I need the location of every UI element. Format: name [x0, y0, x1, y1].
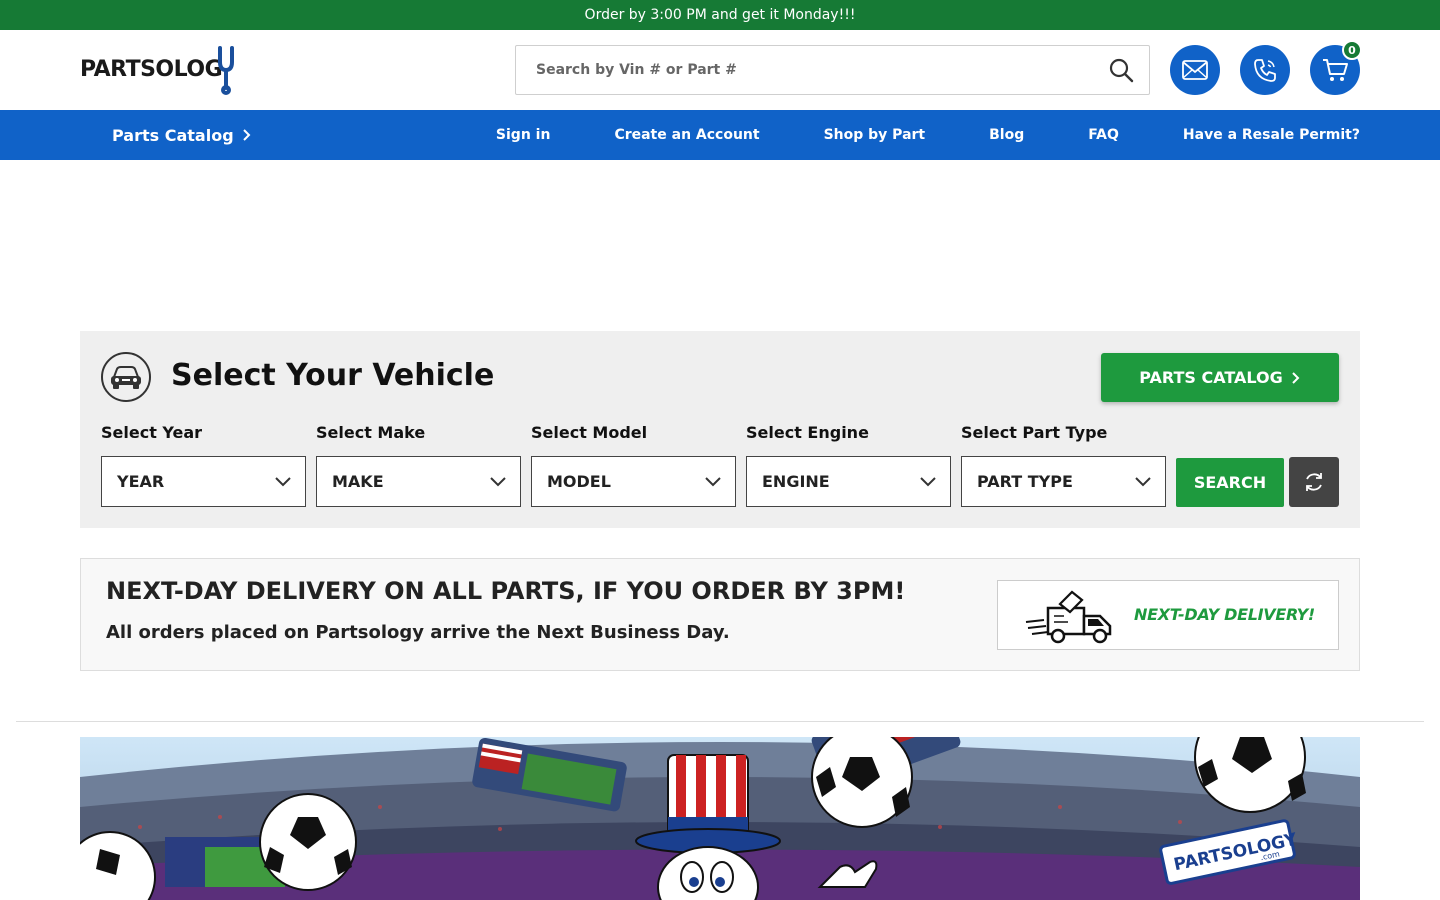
car-icon	[101, 352, 151, 402]
make-select-value: MAKE	[332, 472, 384, 491]
year-select-label: Select Year	[101, 423, 203, 442]
model-select-label: Select Model	[531, 423, 648, 442]
nav-link-create-account[interactable]: Create an Account	[614, 127, 759, 143]
year-select-value: YEAR	[117, 472, 165, 491]
vehicle-selector-panel: Select Your Vehicle PARTS CATALOG Select…	[80, 331, 1360, 528]
section-divider	[16, 721, 1424, 722]
make-select-label: Select Make	[316, 423, 426, 442]
nav-link-resale-permit[interactable]: Have a Resale Permit?	[1183, 127, 1360, 143]
hero-banner-illustration: PARTSOLOGY .com	[80, 737, 1360, 900]
search-bar	[515, 45, 1150, 95]
parts-catalog-button[interactable]: PARTS CATALOG	[1101, 353, 1339, 402]
chevron-down-icon	[920, 476, 936, 486]
part-type-select[interactable]: PART TYPE	[961, 456, 1166, 507]
site-header: PARTSOLOG 0	[0, 30, 1440, 110]
model-select[interactable]: MODEL	[531, 456, 736, 507]
mail-icon	[1182, 60, 1208, 80]
search-icon[interactable]	[1093, 46, 1149, 94]
chevron-right-icon	[242, 129, 251, 141]
nav-link-faq[interactable]: FAQ	[1088, 127, 1119, 143]
engine-select-value: ENGINE	[762, 472, 830, 491]
parts-catalog-button-label: PARTS CATALOG	[1139, 368, 1283, 387]
delivery-badge: NEXT-DAY DELIVERY!	[997, 580, 1339, 650]
engine-select[interactable]: ENGINE	[746, 456, 951, 507]
nav-link-blog[interactable]: Blog	[989, 127, 1024, 143]
svg-text:PARTSOLOG: PARTSOLOG	[80, 57, 222, 82]
main-nav: Parts Catalog Sign in Create an Account …	[0, 110, 1440, 160]
chevron-down-icon	[490, 476, 506, 486]
model-select-value: MODEL	[547, 472, 611, 491]
nav-parts-catalog[interactable]: Parts Catalog	[112, 110, 252, 160]
chevron-down-icon	[705, 476, 721, 486]
cart-icon	[1323, 59, 1348, 81]
vehicle-selector-title: Select Your Vehicle	[171, 358, 495, 393]
year-select[interactable]: YEAR	[101, 456, 306, 507]
chevron-right-icon	[1292, 371, 1300, 384]
delivery-title: NEXT-DAY DELIVERY ON ALL PARTS, IF YOU O…	[106, 577, 906, 605]
reset-button[interactable]	[1289, 457, 1339, 507]
nav-parts-catalog-label: Parts Catalog	[112, 125, 234, 145]
engine-select-label: Select Engine	[746, 423, 869, 442]
promo-text: Order by 3:00 PM and get it Monday!!!	[584, 7, 856, 23]
phone-icon	[1254, 59, 1276, 82]
nav-link-shop-by-part[interactable]: Shop by Part	[824, 127, 926, 143]
delivery-badge-text: NEXT-DAY DELIVERY!	[1134, 605, 1315, 624]
delivery-truck-icon	[1025, 590, 1112, 644]
hero-banner[interactable]: PARTSOLOGY .com	[80, 737, 1360, 900]
partsology-logo-graphic: PARTSOLOG	[80, 46, 234, 95]
delivery-info-panel: NEXT-DAY DELIVERY ON ALL PARTS, IF YOU O…	[80, 558, 1360, 671]
vehicle-search-button[interactable]: SEARCH	[1176, 458, 1284, 507]
nav-link-sign-in[interactable]: Sign in	[496, 127, 551, 143]
refresh-icon	[1306, 473, 1322, 491]
nav-links: Sign in Create an Account Shop by Part B…	[496, 110, 1360, 160]
site-logo[interactable]: PARTSOLOG	[80, 44, 240, 96]
cart-count-badge: 0	[1342, 40, 1362, 60]
part-type-select-value: PART TYPE	[977, 472, 1073, 491]
delivery-subtitle: All orders placed on Partsology arrive t…	[106, 622, 730, 643]
email-button[interactable]	[1170, 45, 1220, 95]
part-type-select-label: Select Part Type	[961, 423, 1108, 442]
promo-bar: Order by 3:00 PM and get it Monday!!!	[0, 0, 1440, 30]
phone-button[interactable]	[1240, 45, 1290, 95]
chevron-down-icon	[1135, 476, 1151, 486]
search-input[interactable]	[516, 46, 1093, 94]
chevron-down-icon	[275, 476, 291, 486]
cart-button[interactable]: 0	[1310, 40, 1362, 95]
make-select[interactable]: MAKE	[316, 456, 521, 507]
